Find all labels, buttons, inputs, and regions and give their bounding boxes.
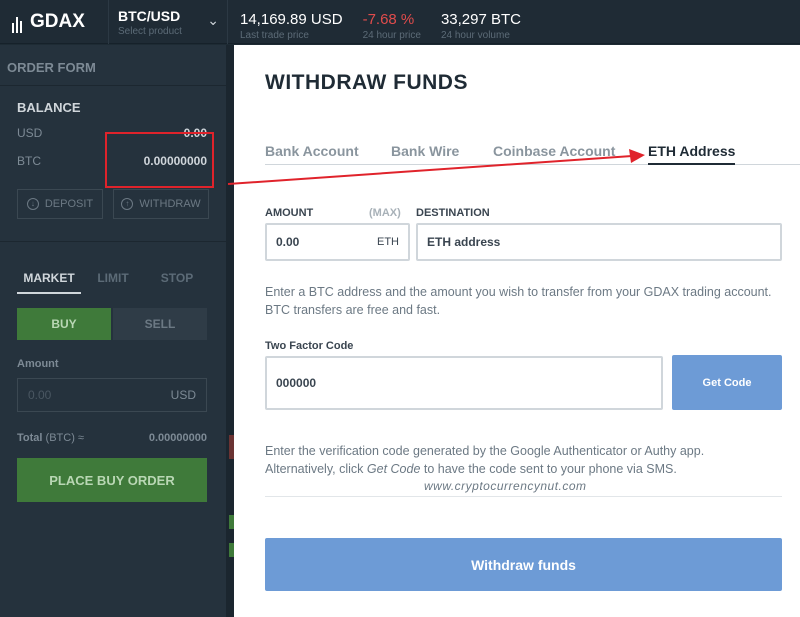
get-code-button[interactable]: Get Code — [672, 355, 782, 410]
balance-currency: USD — [17, 126, 43, 140]
logo-text: GDAX — [30, 10, 85, 32]
withdraw-button[interactable]: ↑ WITHDRAW — [113, 189, 209, 219]
chevron-down-icon: ⌄ — [207, 11, 219, 28]
withdraw-method-tabs: Bank Account Bank Wire Coinbase Account … — [265, 141, 800, 165]
gdax-logo[interactable]: GDAX — [0, 11, 108, 33]
logo-bars-icon — [12, 11, 24, 33]
two-factor-input[interactable]: 000000 — [265, 356, 663, 410]
product-selector[interactable]: BTC/USD Select product ⌄ — [108, 0, 228, 44]
withdraw-funds-button[interactable]: Withdraw funds — [265, 538, 782, 591]
tab-limit[interactable]: LIMIT — [81, 262, 145, 294]
tab-bank-account[interactable]: Bank Account — [265, 143, 359, 159]
product-name: BTC/USD — [118, 7, 181, 24]
top-bar: GDAX BTC/USD Select product ⌄ 14,169.89 … — [0, 0, 800, 44]
modal-title: WITHDRAW FUNDS — [265, 71, 468, 94]
balance-currency: BTC — [17, 154, 41, 168]
amount-field-label: AMOUNT — [265, 207, 314, 219]
destination-placeholder: ETH address — [427, 235, 501, 249]
tab-market[interactable]: MARKET — [17, 262, 81, 294]
arrow-up-circle-icon: ↑ — [121, 198, 134, 210]
divider — [265, 496, 782, 497]
deposit-label: DEPOSIT — [44, 198, 94, 210]
balance-title: BALANCE — [17, 100, 81, 115]
amount-field[interactable]: 0.00 ETH — [265, 223, 410, 261]
destination-field-label: DESTINATION — [416, 207, 490, 219]
product-sub-label: Select product — [118, 25, 182, 37]
buy-sell-toggle: BUY SELL — [17, 308, 207, 340]
get-code-inline-link[interactable]: Get Code — [367, 462, 421, 476]
arrow-down-circle-icon: ↓ — [26, 198, 39, 210]
verification-help-part-2: to have the code sent to your phone via … — [420, 462, 677, 476]
change-stat: -7.68 % 24 hour price — [343, 3, 421, 41]
withdraw-label: WITHDRAW — [139, 198, 201, 210]
two-factor-label: Two Factor Code — [265, 340, 354, 352]
last-price-value: 14,169.89 USD — [240, 10, 343, 28]
tab-coinbase-account[interactable]: Coinbase Account — [493, 143, 615, 159]
deposit-button[interactable]: ↓ DEPOSIT — [17, 189, 103, 219]
order-section: MARKET LIMIT STOP BUY SELL Amount 0.00 U… — [0, 241, 232, 502]
amount-unit: ETH — [377, 236, 399, 248]
change-label: 24 hour price — [362, 29, 421, 41]
tab-stop[interactable]: STOP — [145, 262, 209, 294]
max-link[interactable]: (MAX) — [369, 207, 401, 219]
amount-label: Amount — [17, 358, 59, 370]
total-row: Total (BTC) ≈ 0.00000000 — [0, 412, 232, 444]
amount-unit: USD — [170, 388, 196, 402]
place-buy-order-button[interactable]: PLACE BUY ORDER — [17, 458, 207, 502]
amount-value: 0.00 — [276, 235, 300, 249]
volume-stat: 33,297 BTC 24 hour volume — [421, 3, 521, 41]
total-label: Total — [17, 432, 43, 444]
tab-eth-address[interactable]: ETH Address — [648, 143, 736, 165]
amount-input[interactable]: 0.00 USD — [17, 378, 207, 412]
withdraw-funds-modal: WITHDRAW FUNDS Bank Account Bank Wire Co… — [234, 45, 800, 617]
destination-field[interactable]: ETH address — [416, 223, 782, 261]
chart-edge-strip — [226, 45, 234, 617]
two-factor-value: 000000 — [276, 376, 317, 390]
watermark: www.cryptocurrencynut.com — [424, 479, 587, 493]
volume-label: 24 hour volume — [440, 29, 510, 41]
amount-placeholder: 0.00 — [28, 388, 52, 402]
change-value: -7.68 % — [362, 10, 415, 28]
last-price-stat: 14,169.89 USD Last trade price — [228, 3, 343, 41]
buy-button[interactable]: BUY — [17, 308, 111, 340]
verification-help-text: Enter the verification code generated by… — [265, 442, 775, 478]
volume-value: 33,297 BTC — [440, 10, 521, 28]
order-form-header: ORDER FORM — [7, 60, 96, 75]
sell-button[interactable]: SELL — [113, 308, 207, 340]
annotation-highlight-box — [105, 132, 214, 188]
order-form-sidebar: ORDER FORM BALANCE USD 0.00 BTC 0.000000… — [0, 45, 232, 617]
total-unit: (BTC) ≈ — [45, 432, 84, 444]
tab-bank-wire[interactable]: Bank Wire — [391, 143, 459, 159]
transfer-help-text: Enter a BTC address and the amount you w… — [265, 285, 772, 317]
order-type-tabs: MARKET LIMIT STOP — [0, 262, 232, 294]
last-price-label: Last trade price — [240, 29, 309, 41]
total-value: 0.00000000 — [148, 432, 207, 444]
